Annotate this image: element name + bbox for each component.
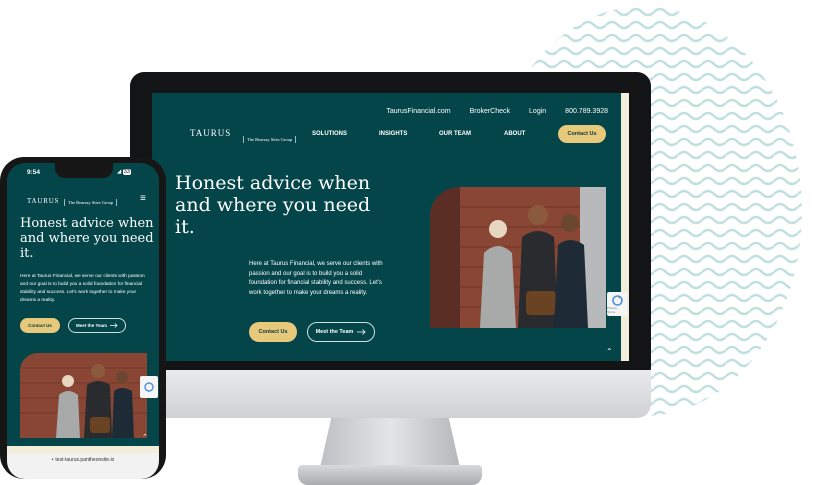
nav-about[interactable]: ABOUT <box>504 131 525 137</box>
monitor-stand-base <box>298 465 482 485</box>
nav-our-team[interactable]: OUR TEAM <box>439 131 471 137</box>
monitor-stand-neck <box>320 418 460 468</box>
mobile-address-bar[interactable]: • test-taurus.pantheonsite.io <box>7 453 159 479</box>
mobile-website-screen: 9:54 ◢ 33 TAURUS The Bearsay Sites Group… <box>7 163 159 479</box>
wifi-icon: ◢ <box>117 169 122 175</box>
hero-contact-button[interactable]: Contact Us <box>249 322 297 342</box>
mobile-meet-team-label: Meet the Team <box>76 323 107 328</box>
link-phone[interactable]: 800.789.3928 <box>565 108 608 115</box>
phone-notch <box>55 163 113 178</box>
hero-description: Here at Taurus Financial, we serve our c… <box>249 261 383 296</box>
logo-subtitle: The Bearsay Sites Group <box>243 136 297 143</box>
recaptcha-badge[interactable]: Privacy - Terms <box>607 292 627 316</box>
meet-team-button[interactable]: Meet the Team <box>307 322 375 342</box>
hero-title: Honest advice when and where you need it… <box>175 172 371 238</box>
nav-solutions[interactable]: SOLUTIONS <box>312 131 347 137</box>
nav-insights[interactable]: INSIGHTS <box>379 131 407 137</box>
lock-icon: • <box>51 457 54 463</box>
link-taurusfinancial[interactable]: TaurusFinancial.com <box>386 108 450 115</box>
desktop-website-screen: TaurusFinancial.com BrokerCheck Login 80… <box>152 93 629 361</box>
chevron-up-icon[interactable]: ⌃ <box>606 347 613 356</box>
recaptcha-icon <box>611 294 623 306</box>
status-icons: ◢ 33 <box>117 169 131 175</box>
link-login[interactable]: Login <box>529 108 546 115</box>
mobile-taurus-logo[interactable]: TAURUS <box>27 197 59 205</box>
mobile-url: test-taurus.pantheonsite.io <box>55 457 115 463</box>
utility-nav: TaurusFinancial.com BrokerCheck Login 80… <box>386 108 608 115</box>
arrow-right-icon <box>109 323 118 328</box>
mobile-footer-strip <box>7 446 159 453</box>
meet-team-label: Meet the Team <box>315 329 354 335</box>
arrow-right-icon <box>357 329 366 335</box>
battery-level: 33 <box>122 169 131 175</box>
mobile-hero-title: Honest advice when and where you need it… <box>20 216 154 261</box>
page-scroll-strip[interactable] <box>621 93 629 361</box>
mobile-hero-photo <box>20 353 147 438</box>
mobile-meet-team-button[interactable]: Meet the Team <box>68 318 126 333</box>
header-contact-button[interactable]: Contact Us <box>558 125 606 143</box>
hamburger-menu-icon[interactable]: ≡ <box>140 193 146 204</box>
taurus-logo[interactable]: TAURUS <box>190 128 231 138</box>
mobile-contact-button[interactable]: Contact Us <box>20 318 60 333</box>
link-brokercheck[interactable]: BrokerCheck <box>470 108 510 115</box>
status-time: 9:54 <box>27 169 41 176</box>
chevron-up-icon[interactable]: ⌃ <box>142 433 148 441</box>
monitor-chin <box>130 370 651 418</box>
recaptcha-icon <box>144 382 154 392</box>
recaptcha-terms[interactable]: Privacy - Terms <box>607 306 627 314</box>
mobile-logo-subtitle: The Bearsay Sites Group <box>64 199 118 206</box>
hero-photo-people <box>430 187 606 328</box>
mobile-recaptcha-badge[interactable] <box>140 376 158 398</box>
mobile-hero-description: Here at Taurus Financial, we serve our c… <box>20 274 145 303</box>
